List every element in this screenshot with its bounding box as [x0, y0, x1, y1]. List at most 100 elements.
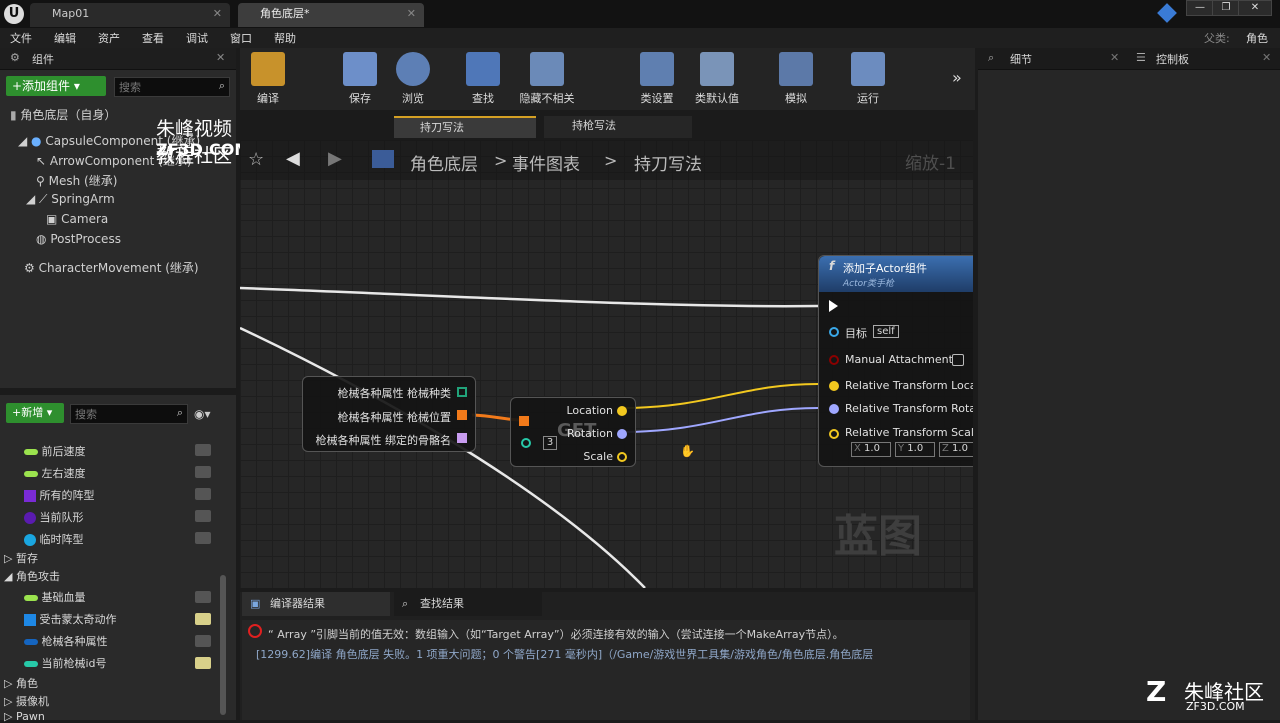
scale-x-input[interactable]: X 1.0: [851, 442, 891, 457]
array-get-node[interactable]: GET 3 Location Rotation Scale: [510, 397, 636, 467]
menu-file[interactable]: 文件: [10, 30, 32, 46]
menu-edit[interactable]: 编辑: [54, 30, 76, 46]
category-attack[interactable]: ◢ 角色攻击: [4, 568, 60, 584]
scrollbar[interactable]: [220, 575, 226, 715]
visibility-eye-icon[interactable]: ◉▾: [194, 407, 211, 421]
tab-compiler-results[interactable]: ▣ 编译器结果: [242, 592, 390, 616]
pin-bone-name[interactable]: 枪械各种属性 绑定的骨骼名: [316, 432, 452, 448]
error-message[interactable]: “ Array ”引脚当前的值无效：数组输入（如“Target Array”）必…: [268, 626, 844, 642]
pin-weapon-pos[interactable]: 枪械各种属性 枪械位置: [338, 409, 452, 425]
minimize-button[interactable]: —: [1186, 0, 1214, 16]
compile-button[interactable]: 编译: [240, 52, 296, 106]
menu-view[interactable]: 查看: [142, 30, 164, 46]
parent-class-value[interactable]: 角色: [1246, 30, 1268, 46]
tab-find-results[interactable]: ⌕ 查找结果: [394, 592, 542, 616]
eye-icon[interactable]: [195, 510, 211, 522]
vector-pin-icon[interactable]: [829, 429, 839, 439]
category-character[interactable]: ▷ 角色: [4, 675, 38, 691]
eye-icon[interactable]: [195, 591, 211, 603]
play-icon: [851, 52, 885, 86]
tab-knife[interactable]: 持刀写法: [394, 116, 536, 138]
vector-pin-icon[interactable]: [829, 381, 839, 391]
scale-y-input[interactable]: Y 1.0: [895, 442, 935, 457]
tab-map01[interactable]: Map01 ✕: [30, 3, 230, 27]
tab-gun[interactable]: 持枪写法: [544, 116, 692, 138]
toolbar-overflow-icon[interactable]: »: [952, 68, 962, 87]
add-new-button[interactable]: +新增 ▾: [6, 403, 64, 423]
scale-z-input[interactable]: Z 1.0: [939, 442, 973, 457]
var-row[interactable]: 枪械各种属性: [24, 633, 108, 649]
index-pin-icon[interactable]: [521, 438, 531, 448]
rotator-pin-icon[interactable]: [829, 404, 839, 414]
tab-character-base[interactable]: 角色底层* ✕: [238, 3, 424, 27]
tree-item-postprocess[interactable]: ◍ PostProcess: [36, 232, 121, 246]
unreal-logo-icon[interactable]: U: [4, 4, 24, 24]
eye-icon[interactable]: [195, 444, 211, 456]
play-button[interactable]: 运行: [840, 52, 896, 106]
class-defaults-button[interactable]: 类默认值: [687, 52, 747, 106]
browse-icon: [396, 52, 430, 86]
log-message[interactable]: [1299.62]编译 角色底层 失败。1 项重大问题；0 个警告[271 毫秒…: [256, 646, 873, 662]
tree-item-charmovement[interactable]: ⚙ CharacterMovement (继承): [24, 259, 199, 276]
save-button[interactable]: 保存: [332, 52, 388, 106]
eye-icon[interactable]: [195, 488, 211, 500]
manual-attach-checkbox[interactable]: [952, 354, 964, 366]
component-root[interactable]: ▮ 角色底层（自身）: [10, 106, 116, 123]
var-row[interactable]: 基础血量: [24, 589, 86, 605]
tab-details[interactable]: 细节: [1010, 51, 1032, 67]
var-row[interactable]: 所有的阵型: [24, 487, 95, 503]
target-pin-icon[interactable]: [829, 327, 839, 337]
category-temp[interactable]: ▷ 暂存: [4, 550, 38, 566]
eye-icon[interactable]: [195, 613, 211, 625]
component-search-input[interactable]: 搜索 ⌕: [114, 77, 230, 97]
eye-icon[interactable]: [195, 635, 211, 647]
break-struct-node[interactable]: 枪械各种属性 枪械种类 枪械各种属性 枪械位置 枪械各种属性 绑定的骨骼名: [302, 376, 476, 452]
var-row[interactable]: 受击蒙太奇动作: [24, 611, 117, 627]
self-input[interactable]: self: [873, 325, 899, 338]
pin-rotation[interactable]: Rotation: [567, 427, 613, 440]
tree-item-mesh[interactable]: ⚲ Mesh (继承): [36, 172, 117, 189]
class-settings-button[interactable]: 类设置: [629, 52, 685, 106]
simulate-button[interactable]: 模拟: [768, 52, 824, 106]
notification-icon[interactable]: [1157, 3, 1177, 23]
maximize-button[interactable]: ❐: [1212, 0, 1240, 16]
close-icon[interactable]: ✕: [216, 51, 225, 64]
menu-help[interactable]: 帮助: [274, 30, 296, 46]
eye-icon[interactable]: [195, 532, 211, 544]
pin-scale[interactable]: Scale: [583, 450, 613, 463]
find-button[interactable]: 查找: [455, 52, 511, 106]
close-icon[interactable]: ✕: [213, 3, 222, 25]
category-camera[interactable]: ▷ 摄像机: [4, 693, 49, 709]
var-row[interactable]: 左右速度: [24, 465, 86, 481]
add-component-button[interactable]: +添加组件 ▾: [6, 76, 106, 96]
bool-pin-icon[interactable]: [829, 355, 839, 365]
add-child-actor-node[interactable]: f 添加子Actor组件 Actor类手枪 目标 self Manual Att…: [818, 255, 973, 467]
menu-window[interactable]: 窗口: [230, 30, 252, 46]
rel-scale-label: Relative Transform Scale: [845, 426, 973, 439]
category-pawn[interactable]: ▷ Pawn: [4, 710, 45, 723]
hide-unrelated-button[interactable]: 隐藏不相关: [512, 52, 582, 106]
close-icon[interactable]: ✕: [407, 3, 416, 25]
browse-button[interactable]: 浏览: [385, 52, 441, 106]
eye-icon[interactable]: [195, 466, 211, 478]
index-input[interactable]: 3: [543, 436, 557, 450]
var-row[interactable]: 前后速度: [24, 443, 86, 459]
var-row[interactable]: 临时阵型: [24, 531, 84, 547]
tree-item-camera[interactable]: ▣ Camera: [46, 212, 108, 226]
pin-weapon-type[interactable]: 枪械各种属性 枪械种类: [338, 385, 452, 401]
close-icon[interactable]: ✕: [1110, 51, 1119, 64]
close-icon[interactable]: ✕: [1262, 51, 1271, 64]
eye-icon[interactable]: [195, 657, 211, 669]
blueprint-graph[interactable]: ☆ ◀ ▶ 角色底层 > 事件图表 > 持刀写法 缩放-1 枪械各种属性 枪械种…: [240, 140, 973, 588]
tab-palette[interactable]: 控制板: [1156, 51, 1189, 67]
var-label: 左右速度: [41, 467, 86, 480]
close-window-button[interactable]: ✕: [1238, 0, 1272, 16]
menu-debug[interactable]: 调试: [186, 30, 208, 46]
blueprint-search-input[interactable]: 搜索 ⌕: [70, 404, 188, 424]
exec-in-icon[interactable]: [829, 300, 838, 312]
pin-location[interactable]: Location: [566, 404, 613, 417]
var-row[interactable]: 当前队形: [24, 509, 84, 525]
var-row[interactable]: 当前枪械id号: [24, 655, 107, 671]
tree-item-springarm[interactable]: ◢ ⟋ SpringArm: [26, 192, 115, 207]
menu-asset[interactable]: 资产: [98, 30, 120, 46]
